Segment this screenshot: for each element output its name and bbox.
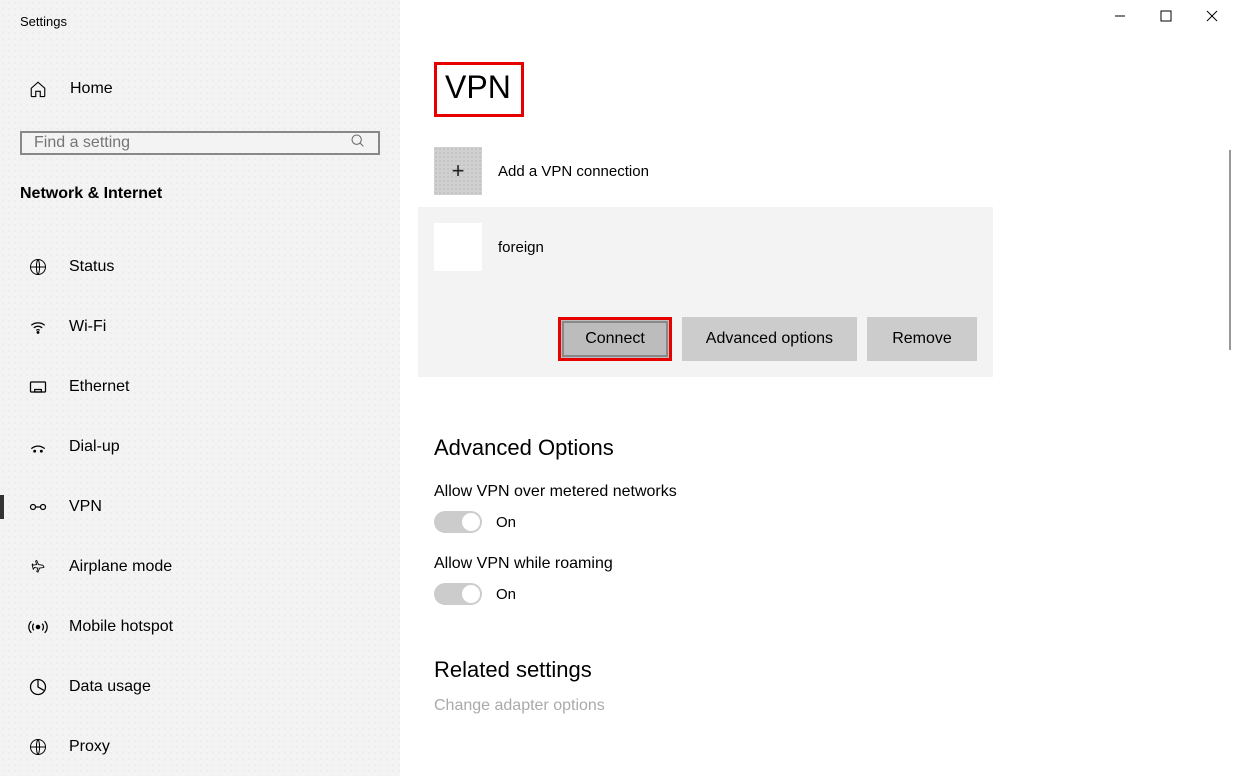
option-roaming: Allow VPN while roaming On bbox=[434, 555, 1235, 605]
search-box[interactable] bbox=[20, 131, 380, 155]
airplane-icon bbox=[28, 557, 48, 577]
maximize-button[interactable] bbox=[1143, 0, 1189, 32]
advanced-options-heading: Advanced Options bbox=[434, 435, 1235, 461]
window-title: Settings bbox=[0, 0, 400, 43]
remove-button[interactable]: Remove bbox=[867, 317, 977, 361]
sidebar-item-label: Airplane mode bbox=[69, 558, 172, 576]
sidebar-item-proxy[interactable]: Proxy bbox=[0, 717, 400, 777]
sidebar-item-label: Wi-Fi bbox=[69, 318, 106, 336]
sidebar-item-label: Mobile hotspot bbox=[69, 618, 173, 636]
option-metered-label: Allow VPN over metered networks bbox=[434, 483, 1235, 501]
sidebar-item-label: Status bbox=[69, 258, 114, 276]
sidebar-item-wifi[interactable]: Wi-Fi bbox=[0, 297, 400, 357]
roaming-toggle[interactable] bbox=[434, 583, 482, 605]
sidebar-item-vpn[interactable]: VPN bbox=[0, 477, 400, 537]
sidebar-item-dialup[interactable]: Dial-up bbox=[0, 417, 400, 477]
content-area: VPN + Add a VPN connection foreign Conne… bbox=[400, 0, 1235, 776]
advanced-options-button[interactable]: Advanced options bbox=[682, 317, 857, 361]
sidebar-item-label: Proxy bbox=[69, 738, 110, 756]
metered-toggle[interactable] bbox=[434, 511, 482, 533]
window-controls bbox=[1097, 0, 1235, 32]
sidebar-item-airplane[interactable]: Airplane mode bbox=[0, 537, 400, 597]
nav-list: Status Wi-Fi Ethernet Dial-up bbox=[0, 237, 400, 777]
add-vpn-label: Add a VPN connection bbox=[498, 163, 649, 180]
ethernet-icon bbox=[28, 377, 48, 397]
option-metered: Allow VPN over metered networks On bbox=[434, 483, 1235, 533]
sidebar-section-label: Network & Internet bbox=[0, 155, 400, 207]
scrollbar[interactable] bbox=[1229, 150, 1231, 350]
vpn-connection-icon bbox=[434, 223, 482, 271]
sidebar-home[interactable]: Home bbox=[0, 69, 400, 109]
sidebar-item-label: Ethernet bbox=[69, 378, 129, 396]
page-title: VPN bbox=[434, 62, 524, 117]
related-settings-heading: Related settings bbox=[434, 657, 1235, 683]
sidebar-item-ethernet[interactable]: Ethernet bbox=[0, 357, 400, 417]
add-vpn-button[interactable]: + Add a VPN connection bbox=[434, 147, 1235, 195]
vpn-connection-item[interactable]: foreign Connect Advanced options Remove bbox=[418, 207, 993, 377]
search-input[interactable] bbox=[34, 134, 350, 152]
search-icon bbox=[350, 133, 366, 153]
option-roaming-label: Allow VPN while roaming bbox=[434, 555, 1235, 573]
metered-state: On bbox=[496, 514, 516, 531]
sidebar-item-hotspot[interactable]: Mobile hotspot bbox=[0, 597, 400, 657]
plus-icon: + bbox=[434, 147, 482, 195]
sidebar: Settings Home Network & Internet Status bbox=[0, 0, 400, 776]
datausage-icon bbox=[28, 677, 48, 697]
sidebar-item-label: Data usage bbox=[69, 678, 151, 696]
dialup-icon bbox=[28, 437, 48, 457]
vpn-connection-name: foreign bbox=[498, 239, 544, 256]
sidebar-item-label: Dial-up bbox=[69, 438, 120, 456]
sidebar-item-datausage[interactable]: Data usage bbox=[0, 657, 400, 717]
wifi-icon bbox=[28, 317, 48, 337]
hotspot-icon bbox=[28, 617, 48, 637]
connect-button[interactable]: Connect bbox=[558, 317, 672, 361]
home-icon bbox=[28, 79, 48, 99]
sidebar-home-label: Home bbox=[70, 80, 113, 98]
vpn-icon bbox=[28, 497, 48, 517]
roaming-state: On bbox=[496, 586, 516, 603]
change-adapter-link[interactable]: Change adapter options bbox=[434, 697, 1235, 715]
minimize-button[interactable] bbox=[1097, 0, 1143, 32]
close-button[interactable] bbox=[1189, 0, 1235, 32]
status-icon bbox=[28, 257, 48, 277]
sidebar-item-status[interactable]: Status bbox=[0, 237, 400, 297]
proxy-icon bbox=[28, 737, 48, 757]
sidebar-item-label: VPN bbox=[69, 498, 102, 516]
